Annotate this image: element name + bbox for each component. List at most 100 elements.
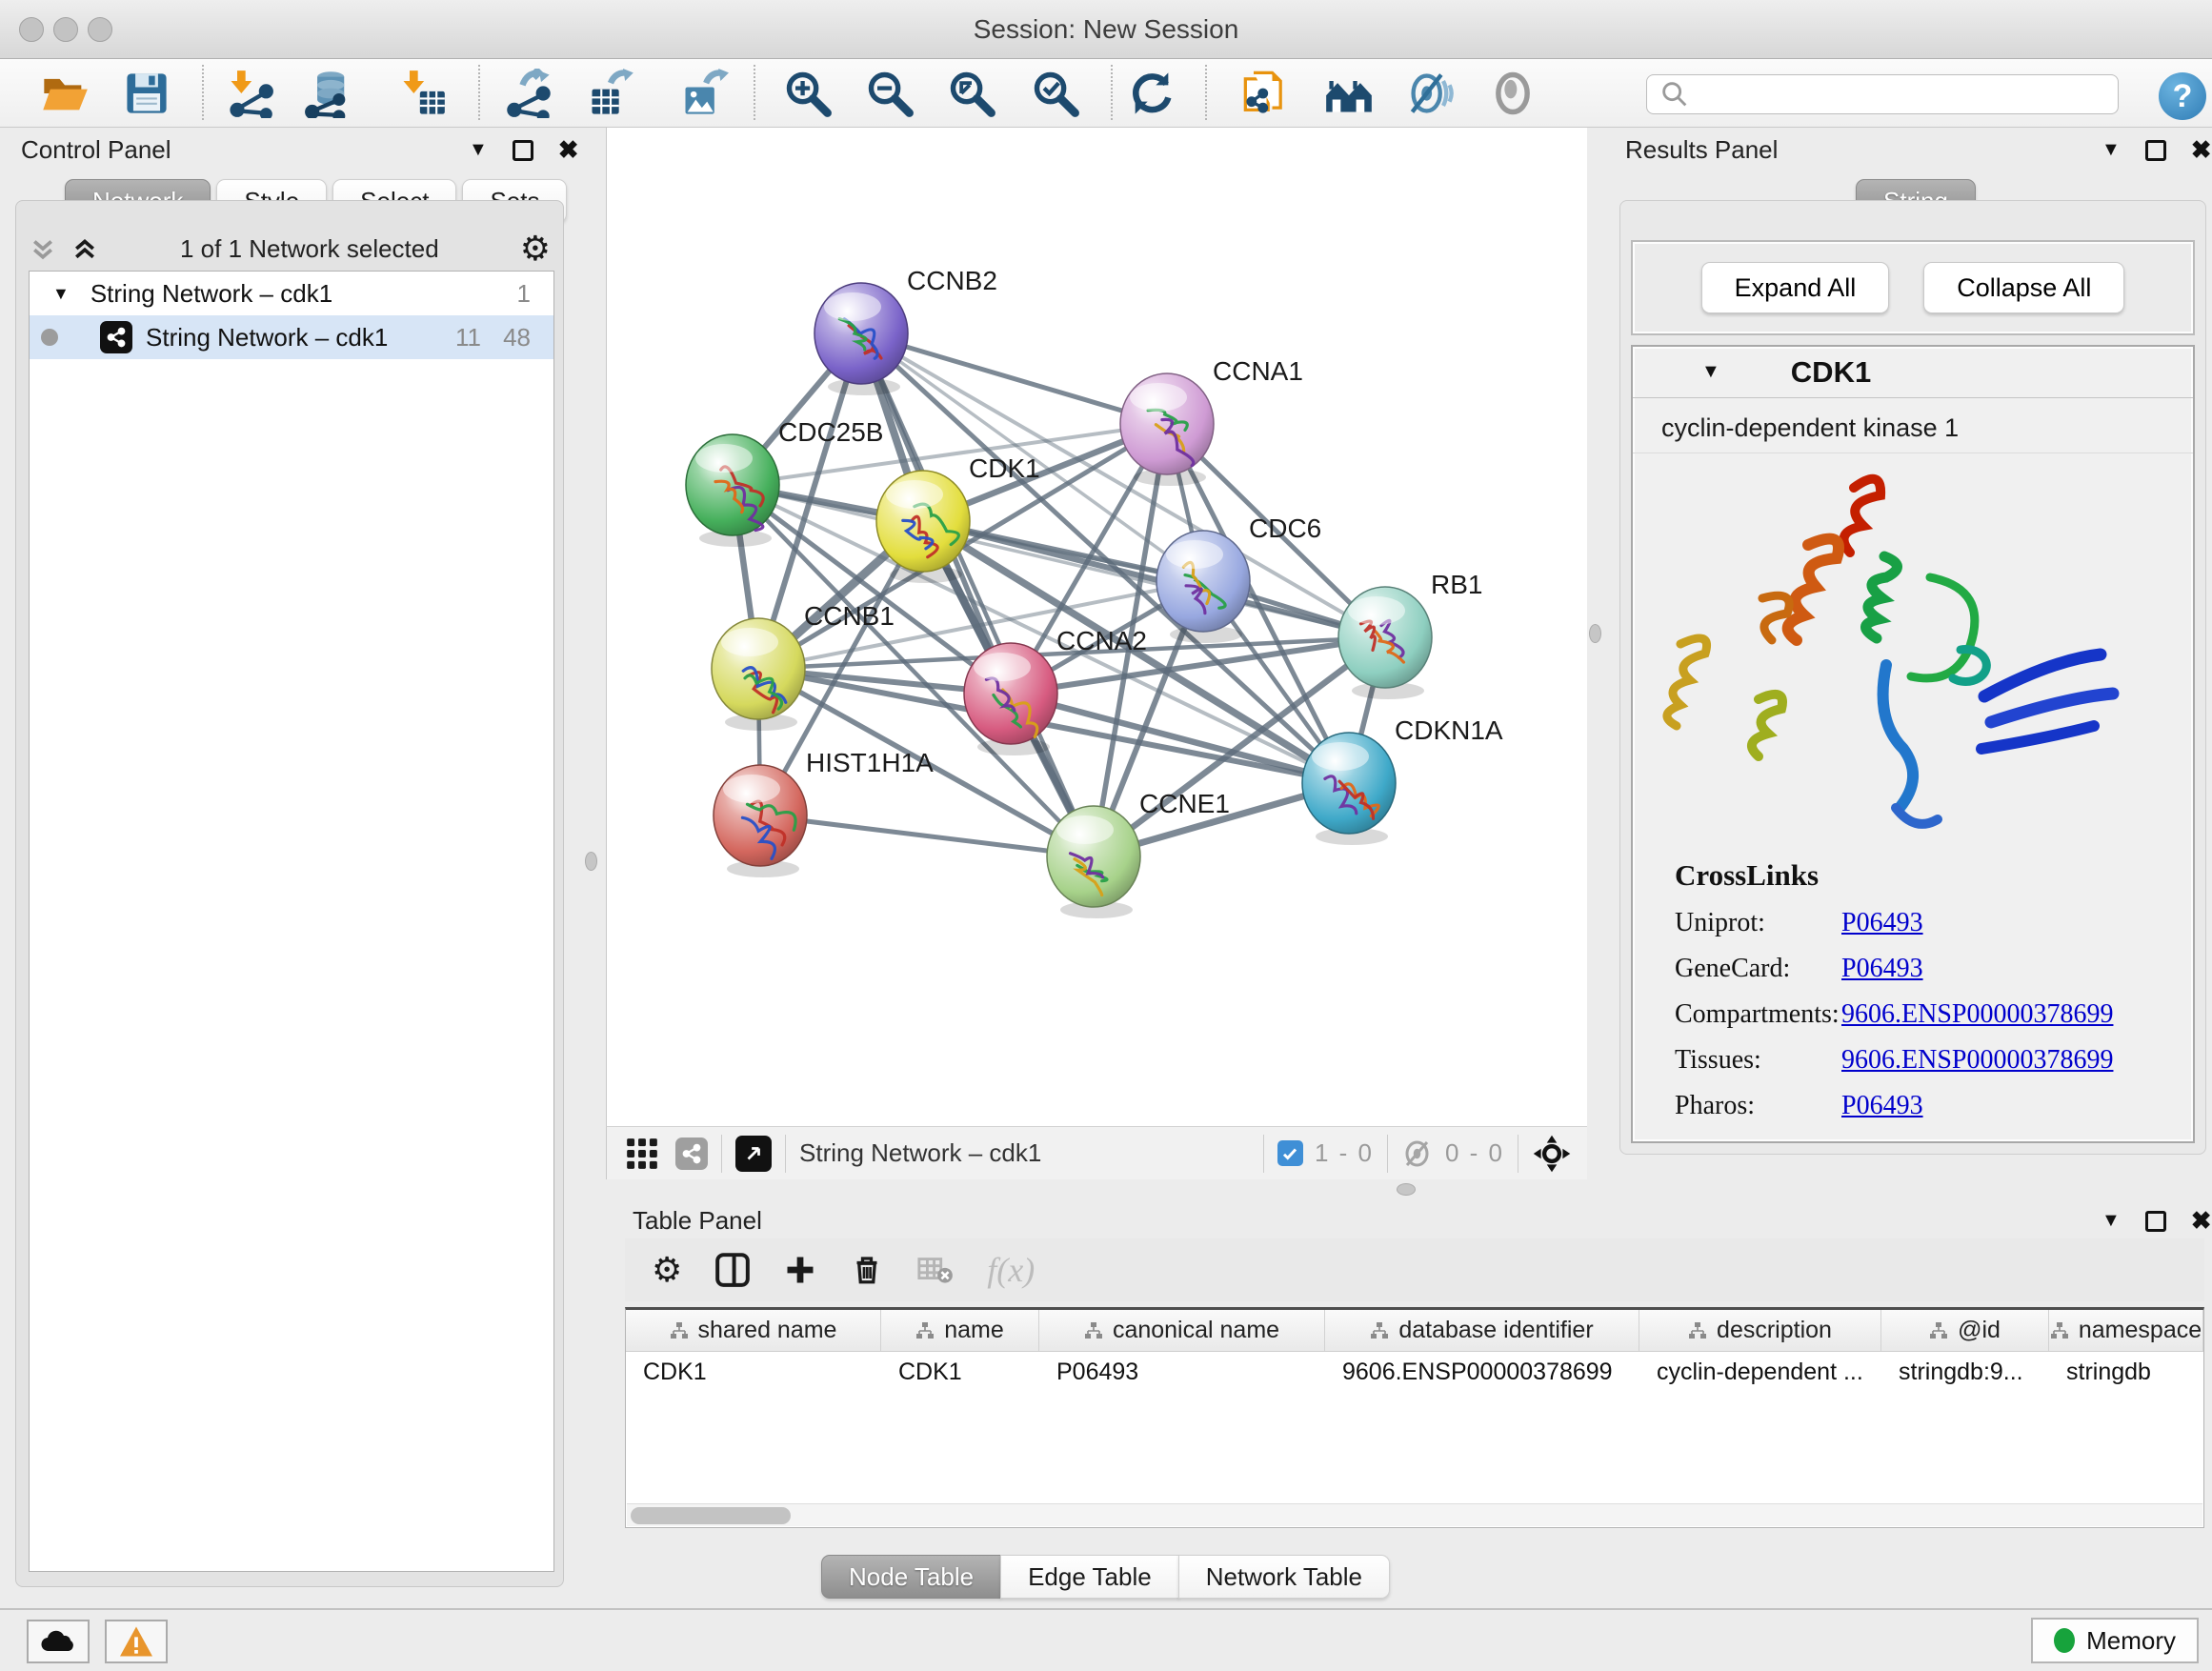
crosslink-link[interactable]: P06493 — [1841, 908, 1923, 938]
network-graph[interactable]: CCNB2CCNA1CDC25BCDK1CDC6RB1CCNB1CCNA2CDK… — [607, 128, 1588, 1126]
horizontal-splitter-handle[interactable] — [1397, 1183, 1416, 1196]
float-panel-icon[interactable] — [513, 140, 533, 161]
detach-view-icon[interactable] — [735, 1136, 772, 1172]
crosslink-link[interactable]: 9606.ENSP00000378699 — [1841, 1045, 2113, 1076]
collapse-all-icon[interactable] — [29, 234, 57, 263]
zoom-out-icon[interactable] — [859, 65, 920, 122]
show-columns-icon[interactable] — [714, 1252, 751, 1288]
scrollbar-thumb[interactable] — [631, 1507, 791, 1524]
import-network-file-icon[interactable] — [219, 65, 280, 122]
crosslink-row: Pharos:P06493 — [1675, 1091, 2193, 1121]
table-options-gear-icon[interactable]: ⚙ — [652, 1253, 682, 1287]
tree-expander-icon[interactable]: ▼ — [52, 284, 70, 304]
tab-node-table[interactable]: Node Table — [821, 1555, 1001, 1599]
column-header-id[interactable]: @id — [1881, 1310, 2049, 1351]
tab-edge-table[interactable]: Edge Table — [1000, 1555, 1179, 1599]
string-import-icon[interactable] — [1236, 65, 1297, 122]
cloud-status-button[interactable] — [27, 1620, 90, 1663]
show-panels-eye-icon[interactable] — [1482, 65, 1543, 122]
gene-name: CDK1 — [1791, 355, 1871, 390]
collapse-panel-icon[interactable]: ▼ — [469, 139, 488, 161]
zoom-in-icon[interactable] — [777, 65, 838, 122]
entry-expander-icon[interactable]: ▼ — [1701, 361, 1720, 383]
export-image-icon[interactable] — [674, 65, 734, 122]
column-header-canonical-name[interactable]: canonical name — [1039, 1310, 1325, 1351]
warnings-button[interactable] — [105, 1620, 168, 1663]
table-row[interactable]: CDK1CDK1P064939606.ENSP00000378699cyclin… — [626, 1352, 2203, 1392]
zoom-fit-icon[interactable] — [941, 65, 1002, 122]
network-row[interactable]: String Network – cdk1 11 48 — [30, 315, 553, 359]
edge-CCNE1-HIST1H1A[interactable] — [760, 815, 1094, 856]
import-table-file-icon[interactable] — [392, 65, 452, 122]
save-session-icon[interactable] — [116, 65, 177, 122]
expand-all-icon[interactable] — [70, 234, 99, 263]
table-cell[interactable]: stringdb — [2049, 1352, 2203, 1392]
selected-nodes-checkbox[interactable] — [1277, 1140, 1303, 1166]
table-cell[interactable]: CDK1 — [881, 1352, 1039, 1392]
results-panel-header: Results Panel — [1625, 135, 1778, 165]
search-input[interactable] — [1699, 77, 2118, 111]
hide-panels-eye-icon[interactable] — [1400, 65, 1461, 122]
vertical-splitter-handle[interactable] — [585, 852, 597, 871]
network-thumbnail-icon[interactable] — [675, 1137, 708, 1170]
close-panel-icon[interactable]: ✖ — [2191, 1206, 2212, 1236]
cloud-icon — [39, 1627, 77, 1656]
edge-CCNB2-CCNE1[interactable] — [861, 333, 1094, 856]
column-header-namespace[interactable]: namespace — [2049, 1310, 2203, 1351]
pan-crosshair-icon[interactable] — [1532, 1134, 1572, 1174]
float-panel-icon[interactable] — [2145, 140, 2166, 161]
close-panel-icon[interactable]: ✖ — [558, 135, 579, 165]
add-column-icon[interactable] — [783, 1253, 817, 1287]
string-home-icon[interactable] — [1318, 65, 1379, 122]
toolbar-separator — [1111, 65, 1113, 120]
grid-view-icon[interactable] — [624, 1136, 660, 1172]
table-horizontal-scrollbar[interactable] — [627, 1503, 2202, 1526]
close-panel-icon[interactable]: ✖ — [2191, 135, 2212, 165]
collapse-panel-icon[interactable]: ▼ — [2101, 1210, 2121, 1232]
node-gloss — [723, 775, 780, 803]
collapse-all-button[interactable]: Collapse All — [1923, 262, 2124, 313]
import-network-database-icon[interactable] — [298, 65, 359, 122]
crosslink-row: Uniprot:P06493 — [1675, 908, 2193, 938]
expand-all-button[interactable]: Expand All — [1701, 262, 1890, 313]
crosslink-link[interactable]: P06493 — [1841, 1091, 1923, 1121]
network-options-gear-icon[interactable]: ⚙ — [520, 232, 551, 266]
column-type-icon — [1084, 1321, 1103, 1340]
open-session-icon[interactable] — [34, 65, 95, 122]
network-node-CDC25B[interactable]: CDC25B — [686, 417, 883, 547]
export-network-icon[interactable] — [498, 65, 559, 122]
column-header-description[interactable]: description — [1639, 1310, 1881, 1351]
network-node-CDKN1A[interactable]: CDKN1A — [1302, 715, 1503, 845]
help-button[interactable]: ? — [2159, 72, 2206, 120]
entry-header[interactable]: ▼ CDK1 — [1633, 347, 2193, 398]
crosslink-link[interactable]: P06493 — [1841, 954, 1923, 984]
memory-button[interactable]: Memory — [2031, 1618, 2199, 1663]
tab-network-table[interactable]: Network Table — [1178, 1555, 1390, 1599]
float-panel-icon[interactable] — [2145, 1211, 2166, 1232]
vertical-splitter-handle[interactable] — [1589, 624, 1601, 643]
table-cell[interactable]: P06493 — [1039, 1352, 1325, 1392]
network-canvas[interactable]: CCNB2CCNA1CDC25BCDK1CDC6RB1CCNB1CCNA2CDK… — [606, 128, 1587, 1126]
node-count: 11 — [455, 323, 481, 352]
column-header-database-identifier[interactable]: database identifier — [1325, 1310, 1639, 1351]
network-collection-row[interactable]: ▼ String Network – cdk1 1 — [30, 272, 553, 315]
collapse-panel-icon[interactable]: ▼ — [2101, 139, 2121, 161]
delete-column-trash-icon[interactable] — [850, 1253, 884, 1287]
column-label: database identifier — [1398, 1317, 1593, 1344]
node-label: CCNB1 — [804, 601, 895, 631]
network-node-CCNB1[interactable]: CCNB1 — [712, 601, 895, 731]
network-node-RB1[interactable]: RB1 — [1338, 570, 1482, 699]
table-cell[interactable]: stringdb:9... — [1881, 1352, 2049, 1392]
table-cell[interactable]: CDK1 — [626, 1352, 881, 1392]
network-node-HIST1H1A[interactable]: HIST1H1A — [714, 748, 934, 877]
refresh-icon[interactable] — [1121, 65, 1182, 122]
table-cell[interactable]: cyclin-dependent ... — [1639, 1352, 1881, 1392]
column-header-shared-name[interactable]: shared name — [626, 1310, 881, 1351]
crosslink-link[interactable]: 9606.ENSP00000378699 — [1841, 999, 2113, 1030]
column-header-name[interactable]: name — [881, 1310, 1039, 1351]
table-cell[interactable]: 9606.ENSP00000378699 — [1325, 1352, 1639, 1392]
network-node-CDC6[interactable]: CDC6 — [1156, 513, 1321, 643]
zoom-selected-icon[interactable] — [1025, 65, 1086, 122]
column-label: name — [944, 1317, 1004, 1344]
export-table-icon[interactable] — [580, 65, 641, 122]
